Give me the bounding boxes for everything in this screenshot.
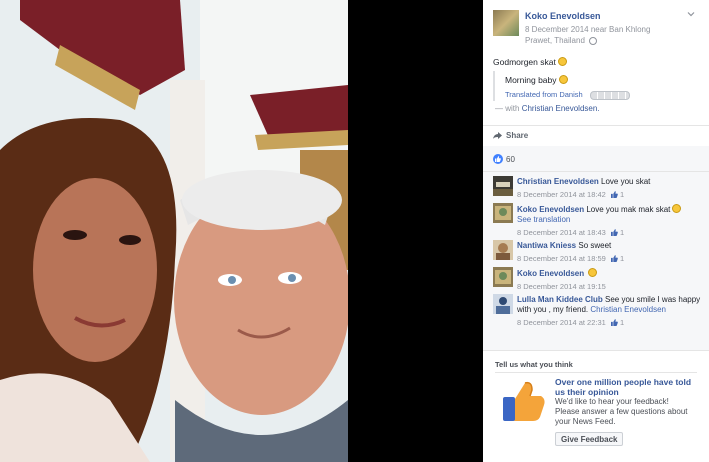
comment-body: Koko Enevoldsen 8 December 2014 at 19:15 xyxy=(517,268,703,292)
photo-viewer[interactable] xyxy=(0,0,481,462)
with-prefix: — with xyxy=(495,104,520,113)
commenter-avatar[interactable] xyxy=(493,176,513,196)
commenter-avatar[interactable] xyxy=(493,203,513,223)
like-thumb-icon xyxy=(610,319,618,326)
chevron-down-icon[interactable] xyxy=(687,10,695,18)
like-thumb-icon xyxy=(610,191,618,198)
comment-time[interactable]: 8 December 2014 at 18:42 xyxy=(517,190,606,199)
comment-author[interactable]: Koko Enevoldsen xyxy=(517,205,584,214)
comment-meta: 8 December 2014 at 18:59 1 xyxy=(517,254,703,264)
post-header: Koko Enevoldsen 8 December 2014 near Ban… xyxy=(483,0,709,48)
thumbs-up-illustration xyxy=(503,381,545,421)
tagged-with: — with Christian Enevoldsen. xyxy=(495,104,600,113)
comment-meta: 8 December 2014 at 18:42 1 xyxy=(517,190,703,200)
translation-text: Morning baby xyxy=(505,75,568,85)
share-label: Share xyxy=(506,131,529,140)
likes-count: 60 xyxy=(506,155,515,164)
translation-content: Morning baby xyxy=(505,75,557,85)
feedback-survey: Tell us what you think Over one million … xyxy=(483,350,709,462)
translated-from-link[interactable]: Translated from Danish xyxy=(505,90,583,99)
post-text-content: Godmorgen skat xyxy=(493,57,556,67)
tagged-person-link[interactable]: Christian Enevoldsen. xyxy=(522,104,600,113)
commenter-avatar[interactable] xyxy=(493,294,513,314)
post-meta: 8 December 2014 near Ban Khlong Prawet, … xyxy=(525,24,675,46)
divider xyxy=(483,125,709,126)
comment-like-count: 1 xyxy=(620,190,625,199)
comment-time[interactable]: 8 December 2014 at 18:59 xyxy=(517,254,606,263)
share-arrow-icon xyxy=(493,132,502,139)
comment-text: Love you skat xyxy=(601,177,651,186)
comment-time[interactable]: 8 December 2014 at 22:31 xyxy=(517,318,606,327)
comment-meta: 8 December 2014 at 19:15 xyxy=(517,282,703,292)
comment-author[interactable]: Christian Enevoldsen xyxy=(517,177,599,186)
translation-block: Morning baby Translated from Danish xyxy=(493,71,630,101)
commenter-avatar[interactable] xyxy=(493,267,513,287)
commenter-avatar[interactable] xyxy=(493,240,513,260)
comment-meta: 8 December 2014 at 22:31 1 xyxy=(517,318,703,328)
translation-rating[interactable] xyxy=(590,91,630,100)
give-feedback-button[interactable]: Give Feedback xyxy=(555,432,624,446)
comment-like-count: 1 xyxy=(620,318,625,327)
author-avatar[interactable] xyxy=(493,10,519,36)
divider xyxy=(495,372,697,373)
share-button[interactable]: Share xyxy=(493,131,528,140)
survey-description: We'd like to hear your feedback! Please … xyxy=(555,397,688,426)
globe-icon xyxy=(589,36,598,45)
survey-headline-link[interactable]: Over one million people have told us the… xyxy=(555,377,695,397)
mentioned-person-link[interactable]: Christian Enevoldsen xyxy=(590,305,666,314)
smiley-emoji-icon xyxy=(557,57,567,66)
comment-time[interactable]: 8 December 2014 at 19:15 xyxy=(517,282,606,291)
see-translation-link[interactable]: See translation xyxy=(517,215,570,224)
selfie-illustration xyxy=(0,0,348,462)
comment-like-count: 1 xyxy=(620,228,625,237)
survey-title: Tell us what you think xyxy=(495,360,573,369)
post-timestamp-location[interactable]: 8 December 2014 near Ban Khlong Prawet, … xyxy=(525,25,650,45)
comment-meta: 8 December 2014 at 18:43 1 xyxy=(517,228,703,238)
post-text: Godmorgen skat xyxy=(493,57,567,67)
comment-body: Nantiwa Kniess So sweet 8 December 2014 … xyxy=(517,241,703,264)
comment-author[interactable]: Nantiwa Kniess xyxy=(517,241,576,250)
comment-body: Lulla Man Kiddee Club See you smile I wa… xyxy=(517,295,703,328)
post-side-panel: Koko Enevoldsen 8 December 2014 near Ban… xyxy=(483,0,709,462)
post-photo[interactable] xyxy=(0,0,348,462)
divider xyxy=(483,171,709,172)
smiley-emoji-icon xyxy=(672,204,682,213)
comment-author[interactable]: Koko Enevoldsen xyxy=(517,269,584,278)
likes-summary[interactable]: 60 xyxy=(493,154,515,164)
like-thumb-icon xyxy=(610,229,618,236)
author-name-link[interactable]: Koko Enevoldsen xyxy=(525,11,601,21)
comment-like-count: 1 xyxy=(620,254,625,263)
comment-body: Christian Enevoldsen Love you skat 8 Dec… xyxy=(517,177,703,200)
smiley-emoji-icon xyxy=(588,268,598,277)
like-thumb-icon xyxy=(610,255,618,262)
smiley-emoji-icon xyxy=(558,75,568,84)
like-icon xyxy=(493,154,503,164)
comment-text: Love you mak mak skat xyxy=(586,205,671,214)
comment-time[interactable]: 8 December 2014 at 18:43 xyxy=(517,228,606,237)
comment-body: Koko Enevoldsen Love you mak mak skat Se… xyxy=(517,204,703,238)
comment-text: So sweet xyxy=(578,241,612,250)
comment-author[interactable]: Lulla Man Kiddee Club xyxy=(517,295,603,304)
